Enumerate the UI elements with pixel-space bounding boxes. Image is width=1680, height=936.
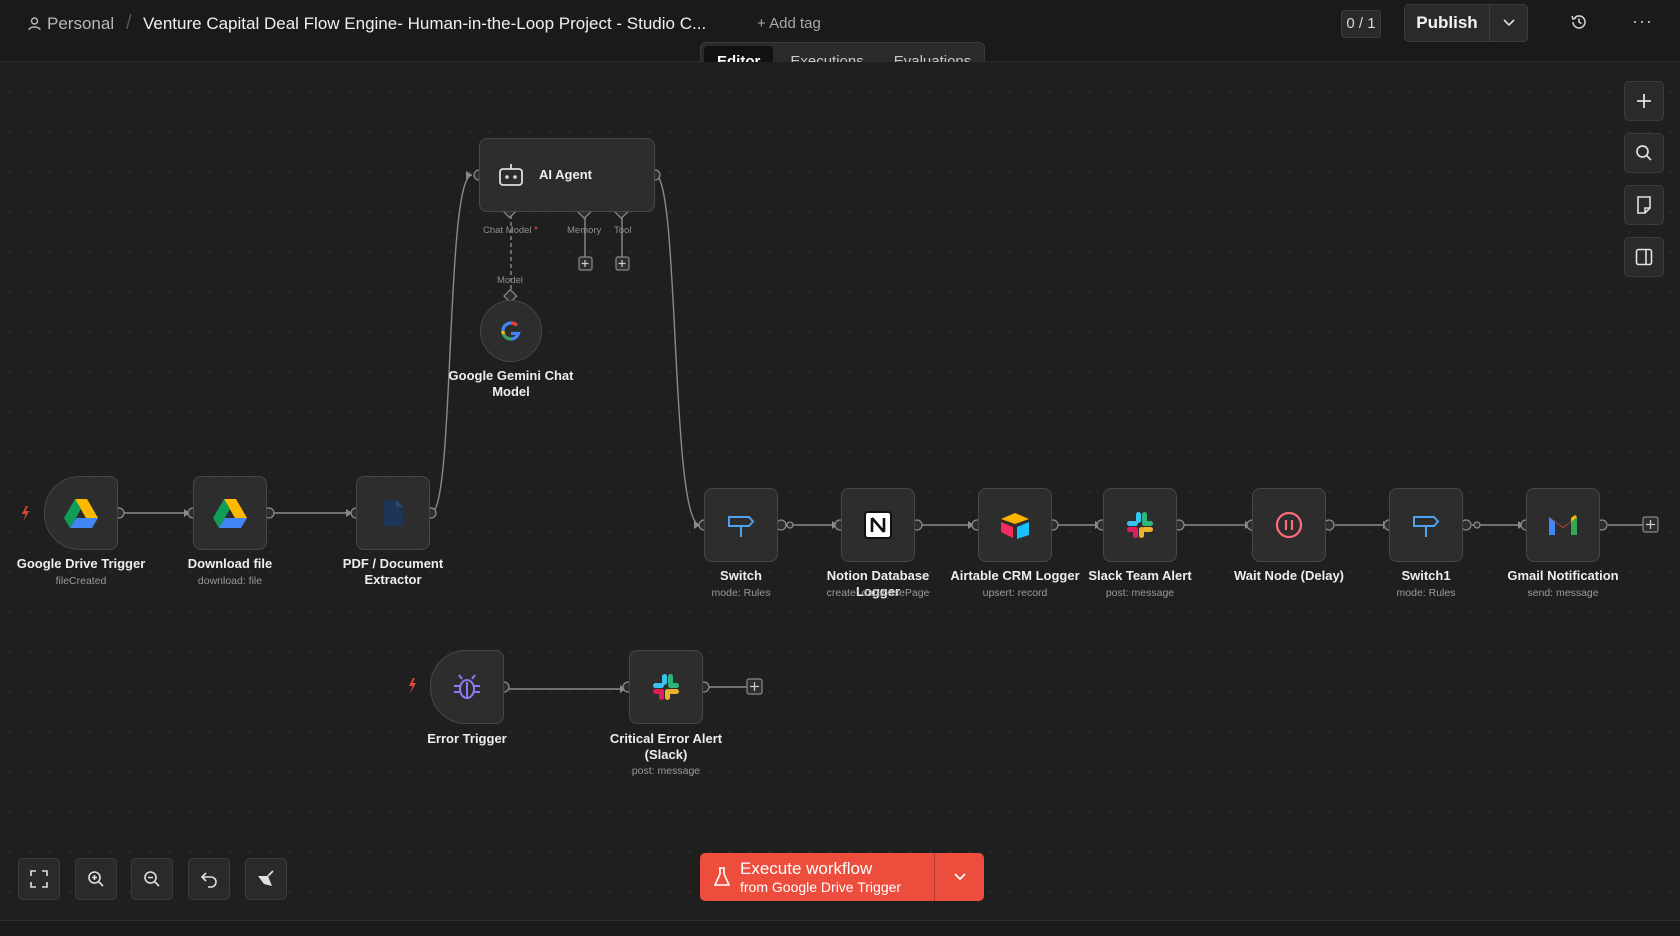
node-subtitle: mode: Rules (711, 587, 771, 599)
zoom-out-button[interactable] (131, 858, 173, 900)
node-google-drive-trigger[interactable] (44, 476, 118, 550)
undo-button[interactable] (188, 858, 230, 900)
node-subtitle: mode: Rules (1396, 587, 1456, 599)
cleanup-icon (258, 870, 274, 886)
node-pdf-extractor[interactable] (356, 476, 430, 550)
node-subtitle: fileCreated (55, 575, 107, 587)
signpost-icon (728, 516, 755, 537)
breadcrumb-separator: / (126, 12, 132, 34)
execute-dropdown[interactable] (935, 853, 984, 901)
plus-icon (1637, 94, 1651, 108)
zoom-out-icon (144, 871, 160, 887)
sticky-note-icon (1637, 196, 1651, 214)
node-critical-error-alert[interactable] (629, 650, 703, 724)
publish-dropdown[interactable] (1490, 5, 1527, 41)
signpost-icon (1413, 516, 1440, 537)
node-notion[interactable] (841, 488, 915, 562)
sticky-note-button[interactable] (1624, 185, 1664, 225)
agent-label: AI Agent (539, 167, 592, 182)
google-drive-icon (64, 499, 98, 528)
node-google-gemini[interactable] (480, 300, 542, 362)
gmail-icon (1549, 515, 1577, 535)
slack-icon (1127, 512, 1153, 538)
node-label: Google Drive Trigger (16, 556, 146, 571)
flask-icon (714, 867, 730, 886)
workspace-label: Personal (47, 14, 115, 33)
execute-workflow-button-group: Execute workflow from Google Drive Trigg… (700, 853, 984, 901)
node-label: Google Gemini Chat Model (448, 368, 574, 399)
node-ai-agent[interactable]: AI Agent (479, 138, 655, 212)
status-strip (0, 920, 1680, 936)
execute-label: Execute workflow (740, 858, 873, 878)
node-subtitle: post: message (1105, 587, 1175, 599)
node-download-file[interactable] (193, 476, 267, 550)
add-tag-button[interactable]: + Add tag (757, 15, 821, 32)
node-airtable[interactable] (978, 488, 1052, 562)
node-label: Gmail Notification (1507, 568, 1619, 583)
zoom-in-icon (88, 871, 104, 887)
history-icon (1571, 15, 1586, 29)
node-wait[interactable] (1252, 488, 1326, 562)
more-icon[interactable]: ··· (1632, 11, 1653, 32)
publish-button[interactable]: Publish (1405, 5, 1490, 41)
undo-icon (200, 872, 217, 888)
person-icon (28, 17, 41, 31)
slack-icon (653, 674, 679, 700)
node-label: Wait Node (Delay) (1233, 568, 1345, 583)
airtable-icon (1001, 513, 1029, 539)
workflow-title[interactable]: Venture Capital Deal Flow Engine- Human-… (143, 14, 733, 34)
node-subtitle: post: message (631, 765, 701, 777)
node-switch[interactable] (704, 488, 778, 562)
publish-button-group: Publish (1404, 4, 1528, 42)
pause-circle-icon (1275, 511, 1303, 539)
robot-icon (499, 164, 523, 186)
node-label: Slack Team Alert (1088, 568, 1192, 583)
tidy-up-button[interactable] (245, 858, 287, 900)
add-node-button[interactable] (1624, 81, 1664, 121)
execute-sublabel: from Google Drive Trigger (740, 878, 902, 895)
file-icon (384, 500, 403, 526)
node-label: Critical Error Alert (Slack) (609, 731, 723, 762)
active-counter[interactable]: 0 / 1 (1341, 10, 1381, 38)
notion-icon (864, 511, 892, 539)
node-error-trigger[interactable] (430, 650, 504, 724)
toggle-panel-button[interactable] (1624, 237, 1664, 277)
node-slack-team-alert[interactable] (1103, 488, 1177, 562)
history-button[interactable] (1570, 13, 1588, 36)
search-button[interactable] (1624, 133, 1664, 173)
node-subtitle: send: message (1527, 587, 1599, 599)
zoom-in-button[interactable] (75, 858, 117, 900)
bug-icon (454, 674, 480, 699)
node-gmail[interactable] (1526, 488, 1600, 562)
google-icon (501, 321, 521, 341)
node-subtitle: download: file (197, 575, 263, 587)
node-label: Switch1 (1401, 568, 1451, 583)
node-label: PDF / Document Extractor (342, 556, 444, 587)
node-label: Download file (187, 556, 273, 571)
node-switch1[interactable] (1389, 488, 1463, 562)
node-subtitle: create: databasePage (826, 587, 930, 599)
google-drive-icon (213, 499, 247, 528)
breadcrumb-workspace[interactable]: Personal (28, 14, 114, 34)
node-label: Switch (720, 568, 762, 583)
fit-view-icon (30, 870, 48, 888)
chevron-down-icon (1502, 19, 1515, 27)
fit-view-button[interactable] (18, 858, 60, 900)
chevron-down-icon (953, 873, 966, 881)
search-icon (1636, 145, 1652, 161)
execute-workflow-button[interactable]: Execute workflow from Google Drive Trigg… (700, 853, 935, 901)
panel-icon (1635, 248, 1653, 266)
node-label: Error Trigger (427, 731, 507, 746)
